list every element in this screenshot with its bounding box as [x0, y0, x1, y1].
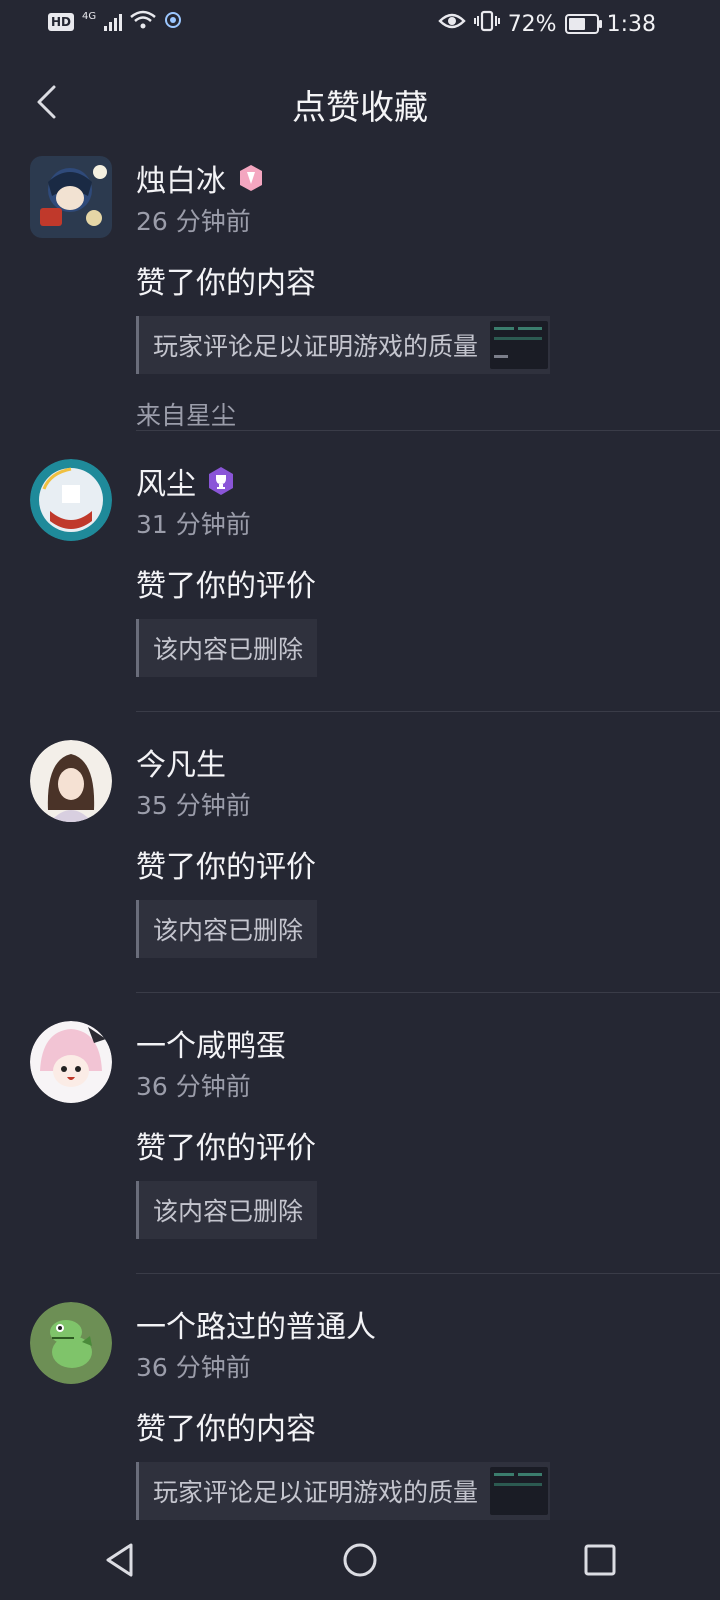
status-left: HD 4G	[48, 10, 182, 34]
name-row: 一个咸鸭蛋	[136, 1021, 720, 1065]
signal-icon	[104, 13, 123, 31]
triangle-back-icon	[106, 1543, 133, 1577]
thumb-line	[494, 355, 509, 358]
trophy-badge-icon	[206, 466, 236, 496]
list-item[interactable]: 今凡生 35 分钟前 赞了你的评价 该内容已删除	[0, 712, 720, 993]
timestamp: 36 分钟前	[136, 1072, 251, 1101]
square-recent-icon	[584, 1544, 616, 1576]
status-bar: HD 4G 72% 1:38	[0, 0, 720, 50]
circle-home-icon	[343, 1543, 377, 1577]
battery-percent: 72%	[507, 11, 557, 37]
battery-fill	[568, 18, 585, 30]
avatar[interactable]	[30, 459, 112, 541]
user-name[interactable]: 今凡生	[136, 740, 226, 784]
timestamp: 35 分钟前	[136, 791, 251, 820]
creator-badge-icon	[236, 163, 266, 193]
nav-recent-button[interactable]	[560, 1520, 640, 1600]
action-text: 赞了你的评价	[136, 1131, 316, 1166]
avatar[interactable]	[30, 1021, 112, 1103]
list-item[interactable]: 一个咸鸭蛋 36 分钟前 赞了你的评价 该内容已删除	[0, 993, 720, 1274]
thumb-line	[518, 1473, 543, 1476]
quoted-content[interactable]: 玩家评论足以证明游戏的质量	[136, 1462, 551, 1520]
battery-icon	[564, 14, 602, 34]
thumb-line	[494, 337, 543, 340]
quote-text: 该内容已删除	[153, 1197, 304, 1226]
network-type: 4G	[82, 10, 97, 22]
thumb-line	[518, 327, 543, 330]
source-text[interactable]: 来自星尘	[136, 396, 720, 432]
item-content: 一个路过的普通人 36 分钟前 赞了你的内容 玩家评论足以证明游戏的质量	[136, 1296, 720, 1520]
user-name[interactable]: 风尘	[136, 459, 196, 503]
quote-text: 该内容已删除	[153, 635, 304, 664]
thumb-line	[494, 1473, 515, 1476]
vpn-icon	[164, 11, 182, 33]
thumb-line	[494, 1483, 543, 1486]
system-nav-bar	[0, 1520, 720, 1600]
timestamp: 26 分钟前	[136, 207, 251, 236]
quote-text: 该内容已删除	[153, 916, 304, 945]
item-content: 一个咸鸭蛋 36 分钟前 赞了你的评价 该内容已删除	[136, 1015, 720, 1239]
quoted-content[interactable]: 该内容已删除	[136, 900, 318, 958]
name-row: 烛白冰	[136, 156, 720, 200]
item-content: 今凡生 35 分钟前 赞了你的评价 该内容已删除	[136, 734, 720, 958]
thumb-line	[494, 327, 515, 330]
content-thumbnail	[490, 321, 549, 369]
nav-home-button[interactable]	[320, 1520, 400, 1600]
content-thumbnail	[490, 1467, 549, 1515]
action-text: 赞了你的内容	[136, 1412, 316, 1447]
clock: 1:38	[606, 11, 656, 37]
user-name[interactable]: 一个路过的普通人	[136, 1302, 376, 1346]
name-row: 今凡生	[136, 740, 720, 784]
eye-icon	[437, 11, 466, 37]
notification-list[interactable]: 烛白冰 26 分钟前 赞了你的内容 玩家评论足以证明游戏的质量 来自星尘 风尘 …	[0, 150, 720, 1520]
avatar[interactable]	[30, 1302, 112, 1384]
quoted-content[interactable]: 玩家评论足以证明游戏的质量	[136, 316, 551, 374]
list-item[interactable]: 风尘 31 分钟前 赞了你的评价 该内容已删除	[0, 431, 720, 712]
item-content: 烛白冰 26 分钟前 赞了你的内容 玩家评论足以证明游戏的质量 来自星尘	[136, 150, 720, 432]
status-right: 72% 1:38	[437, 10, 656, 38]
wifi-icon	[130, 10, 156, 34]
vibrate-icon	[473, 10, 500, 38]
action-text: 赞了你的评价	[136, 850, 316, 885]
quoted-content[interactable]: 该内容已删除	[136, 619, 318, 677]
list-item[interactable]: 一个路过的普通人 36 分钟前 赞了你的内容 玩家评论足以证明游戏的质量	[0, 1274, 720, 1520]
quoted-content[interactable]: 该内容已删除	[136, 1181, 318, 1239]
avatar[interactable]	[30, 156, 112, 238]
page-title: 点赞收藏	[292, 88, 428, 128]
user-name[interactable]: 烛白冰	[136, 156, 226, 200]
top-bar: 点赞收藏	[0, 60, 720, 146]
action-text: 赞了你的评价	[136, 569, 316, 604]
nav-back-button[interactable]	[80, 1520, 160, 1600]
item-content: 风尘 31 分钟前 赞了你的评价 该内容已删除	[136, 453, 720, 677]
avatar[interactable]	[30, 740, 112, 822]
name-row: 一个路过的普通人	[136, 1302, 720, 1346]
list-item[interactable]: 烛白冰 26 分钟前 赞了你的内容 玩家评论足以证明游戏的质量 来自星尘	[0, 150, 720, 431]
hd-icon: HD	[48, 13, 75, 31]
name-row: 风尘	[136, 459, 720, 503]
quote-text: 玩家评论足以证明游戏的质量	[153, 332, 479, 361]
quote-text: 玩家评论足以证明游戏的质量	[153, 1478, 479, 1507]
timestamp: 36 分钟前	[136, 1353, 251, 1382]
action-text: 赞了你的内容	[136, 266, 316, 301]
timestamp: 31 分钟前	[136, 510, 251, 539]
user-name[interactable]: 一个咸鸭蛋	[136, 1021, 286, 1065]
